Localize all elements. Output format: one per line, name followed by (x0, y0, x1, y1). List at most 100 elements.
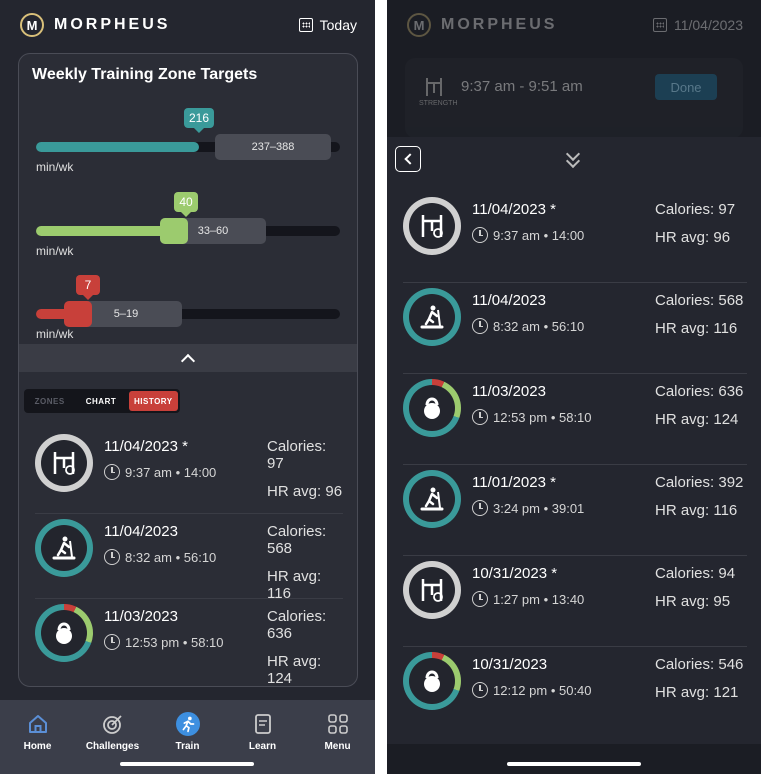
clock-icon (472, 227, 488, 243)
activity-ring (403, 470, 461, 528)
nav-home[interactable]: Home (0, 700, 75, 774)
history-calories: Calories: 568 (655, 292, 744, 309)
zone-slider-3[interactable]: 5–19 7 min/wk (36, 275, 340, 341)
zone-slider-1[interactable]: 237–388 216 min/wk (36, 108, 340, 174)
chevron-up-icon (180, 353, 196, 369)
row-divider (403, 464, 747, 465)
row-divider (403, 282, 747, 283)
home-icon (26, 712, 50, 736)
history-stats: Calories: 568 HR avg: 116 (655, 292, 747, 337)
history-row[interactable]: 11/04/2023 * 9:37 am • 14:00 Calories: 9… (35, 434, 343, 509)
history-time: 8:32 am • 56:10 (472, 318, 584, 334)
history-calories: Calories: 94 (655, 565, 736, 582)
collapse-bar[interactable] (19, 344, 357, 372)
history-row[interactable]: 11/01/2023 * 3:24 pm • 39:01 Calories: 3… (403, 470, 747, 551)
history-time: 12:53 pm • 58:10 (472, 409, 592, 425)
history-info: 11/01/2023 * 3:24 pm • 39:01 (472, 470, 584, 516)
history-stats: Calories: 392 HR avg: 116 (655, 474, 747, 519)
history-row[interactable]: 11/03/2023 12:53 pm • 58:10 Calories: 63… (403, 379, 747, 460)
tab-chart[interactable]: CHART (73, 391, 128, 411)
history-hr: HR avg: 124 (655, 411, 739, 428)
zone-value-bubble: 216 (183, 108, 215, 133)
done-button[interactable]: Done (655, 74, 717, 100)
tab-zones[interactable]: ZONES (26, 391, 73, 411)
history-date: 11/04/2023 * (472, 201, 556, 218)
nav-label: Learn (248, 741, 277, 752)
history-calories: Calories: 568 (267, 523, 327, 557)
history-hr: HR avg: 116 (655, 502, 738, 519)
date-label: 11/04/2023 (673, 17, 743, 33)
history-info: 11/04/2023 8:32 am • 56:10 (104, 519, 216, 565)
calendar-icon (298, 18, 313, 32)
morpheus-logo-icon: M (407, 13, 431, 37)
zone-thumb[interactable] (64, 301, 92, 327)
app-header: M MORPHEUS Today (0, 0, 375, 50)
nav-label: Challenges (85, 741, 140, 752)
history-row[interactable]: 10/31/2023 12:12 pm • 50:40 Calories: 54… (403, 652, 747, 733)
brand-name: MORPHEUS (54, 16, 171, 33)
history-hr: HR avg: 116 (267, 568, 322, 602)
history-stats: Calories: 97 HR avg: 96 (655, 201, 747, 246)
zone-slider-2[interactable]: 33–60 40 min/wk (36, 192, 340, 258)
history-time: 3:24 pm • 39:01 (472, 500, 584, 516)
kettlebell-icon (409, 385, 455, 431)
history-date: 11/04/2023 (104, 523, 178, 540)
history-row[interactable]: 11/04/2023 8:32 am • 56:10 Calories: 568… (403, 288, 747, 369)
strength-icon: STRENGTH (419, 76, 458, 116)
history-calories: Calories: 636 (267, 608, 327, 642)
zone-fill (36, 226, 174, 236)
history-row[interactable]: 11/04/2023 * 9:37 am • 14:00 Calories: 9… (403, 197, 747, 278)
history-stats: Calories: 546 HR avg: 121 (655, 656, 747, 701)
history-time-text: 9:37 am • 14:00 (493, 227, 585, 243)
history-info: 11/03/2023 12:53 pm • 58:10 (104, 604, 224, 650)
clock-icon (472, 682, 488, 698)
history-stats: Calories: 636 HR avg: 124 (655, 383, 747, 428)
nav-label: Home (23, 741, 52, 752)
activity-ring (403, 379, 461, 437)
history-date: 11/04/2023 * (104, 438, 188, 455)
double-chevron-down-icon[interactable] (563, 146, 585, 169)
nav-menu[interactable]: Menu (300, 700, 375, 774)
zone-value-bubble: 7 (76, 275, 100, 300)
history-time-text: 12:53 pm • 58:10 (125, 634, 224, 650)
history-sheet: 11/04/2023 * 9:37 am • 14:00 Calories: 9… (387, 137, 761, 744)
zone-fill (36, 142, 199, 152)
zone-unit: min/wk (36, 327, 74, 341)
clock-icon (472, 318, 488, 334)
history-hr: HR avg: 116 (655, 320, 738, 337)
treadmill-icon (409, 476, 455, 522)
history-time: 1:27 pm • 13:40 (472, 591, 584, 607)
activity-ring (35, 604, 93, 662)
clock-icon (472, 409, 488, 425)
history-stats: Calories: 94 HR avg: 95 (655, 565, 747, 610)
history-time: 9:37 am • 14:00 (104, 464, 216, 480)
history-time-text: 12:53 pm • 58:10 (493, 409, 592, 425)
history-time-text: 9:37 am • 14:00 (125, 464, 217, 480)
clock-icon (104, 549, 120, 565)
kettlebell-icon (409, 658, 455, 704)
history-time-text: 8:32 am • 56:10 (493, 318, 585, 334)
history-calories: Calories: 636 (655, 383, 744, 400)
chevron-left-icon (403, 153, 416, 165)
date-selector[interactable]: Today (298, 17, 357, 33)
clock-icon (472, 591, 488, 607)
date-label: Today (319, 17, 357, 33)
history-calories: Calories: 97 (267, 438, 327, 472)
history-row[interactable]: 11/04/2023 8:32 am • 56:10 Calories: 568… (35, 519, 343, 602)
home-indicator (120, 762, 254, 766)
history-info: 10/31/2023 12:12 pm • 50:40 (472, 652, 592, 698)
tab-history[interactable]: HISTORY (128, 391, 178, 411)
zone-thumb[interactable] (160, 218, 188, 244)
history-time-text: 12:12 pm • 50:40 (493, 682, 592, 698)
treadmill-icon (41, 525, 87, 571)
history-info: 11/03/2023 12:53 pm • 58:10 (472, 379, 592, 425)
runner-icon (175, 712, 200, 736)
date-selector[interactable]: 11/04/2023 (652, 17, 743, 33)
history-row[interactable]: 10/31/2023 * 1:27 pm • 13:40 Calories: 9… (403, 561, 747, 642)
history-row[interactable]: 11/03/2023 12:53 pm • 58:10 Calories: 63… (35, 604, 343, 686)
back-button[interactable] (395, 146, 421, 172)
history-date: 10/31/2023 * (472, 565, 558, 582)
row-divider (35, 598, 343, 599)
history-time: 12:53 pm • 58:10 (104, 634, 224, 650)
home-indicator (507, 762, 641, 766)
